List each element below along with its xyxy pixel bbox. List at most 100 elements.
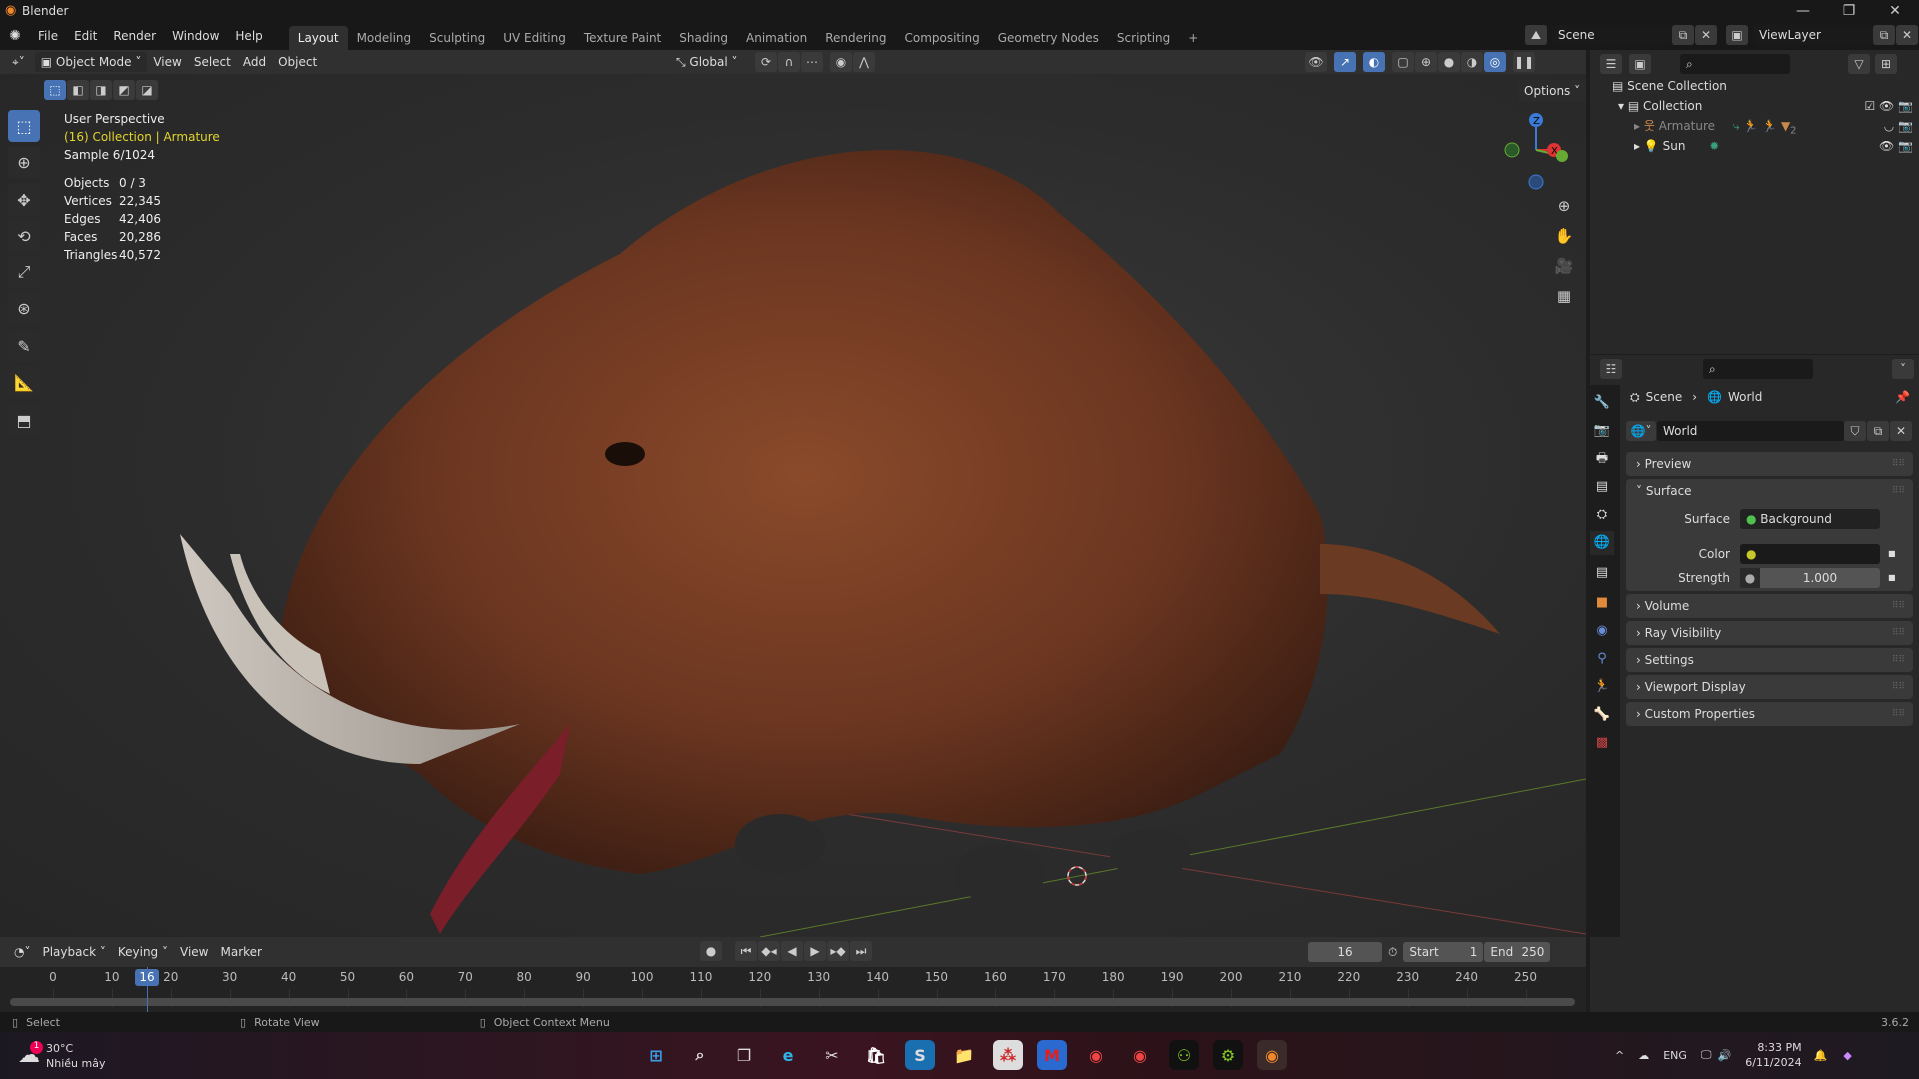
view-layer-icon[interactable]: ▣ [1726, 25, 1748, 45]
panel-preview[interactable]: › Preview ⠿⠿ [1626, 452, 1913, 476]
navigation-gizmo[interactable]: Z X [1500, 110, 1572, 190]
transform-orientation-dropdown[interactable]: ⤡ Global ˅ [670, 51, 744, 73]
task-view-icon[interactable]: ❐ [729, 1040, 759, 1070]
maximize-button[interactable]: ❐ [1826, 0, 1872, 22]
weather-widget[interactable]: ☁ 1 30°C Nhiều mây [18, 1041, 105, 1071]
start-frame-field[interactable]: Start 1 [1403, 942, 1484, 962]
menu-keying[interactable]: Keying ˅ [112, 941, 174, 963]
select-invert-icon[interactable]: ◩ [113, 80, 135, 100]
tab-scripting[interactable]: Scripting [1108, 26, 1179, 50]
fake-user-icon[interactable]: ⛉ [1844, 421, 1866, 441]
world-browse-icon[interactable]: 🌐˅ [1626, 421, 1656, 441]
add-cube-tool[interactable]: ⬒ [8, 404, 40, 436]
menu-window[interactable]: Window [164, 22, 227, 50]
pan-hand-icon[interactable]: ✋ [1552, 224, 1576, 248]
select-subtract-icon[interactable]: ◨ [90, 80, 112, 100]
timeline-editor-icon[interactable]: ◔˅ [8, 941, 36, 963]
timeline-scrollbar[interactable] [10, 998, 1575, 1006]
transform-tool[interactable]: ⊛ [8, 292, 40, 324]
panel-ray-visibility[interactable]: › Ray Visibility ⠿⠿ [1626, 621, 1913, 645]
notification-bell-icon[interactable]: 🔔 [1814, 1049, 1828, 1062]
playhead-frame-label[interactable]: 16 [135, 969, 159, 986]
panel-custom-properties[interactable]: › Custom Properties ⠿⠿ [1626, 702, 1913, 726]
next-keyframe-icon[interactable]: ▸◆ [827, 941, 849, 961]
outliner-armature[interactable]: ▸ 웃 Armature ⤷ 🏃 🏃 ▼2 ◡ 📷 [1634, 116, 1913, 136]
blender-menu-icon[interactable]: ✺ [0, 28, 30, 44]
scene-selector-icon[interactable]: ⛰ [1525, 25, 1547, 45]
3d-viewport[interactable] [0, 74, 1586, 937]
menu-select[interactable]: Select [188, 51, 237, 73]
language-indicator[interactable]: ENG [1663, 1049, 1687, 1062]
search-icon[interactable]: ⌕ [685, 1040, 715, 1070]
menu-marker[interactable]: Marker [214, 941, 267, 963]
strength-field[interactable]: ● 1.000 [1740, 568, 1880, 588]
cursor-tool[interactable]: ⊕ [8, 146, 40, 178]
app-icon[interactable]: ⁂ [993, 1040, 1023, 1070]
properties-search-input[interactable]: ⌕ [1703, 359, 1813, 379]
menu-edit[interactable]: Edit [66, 22, 105, 50]
app-m-icon[interactable]: M [1037, 1040, 1067, 1070]
start-icon[interactable]: ⊞ [641, 1040, 671, 1070]
select-box-tool[interactable]: ⬚ [8, 110, 40, 142]
measure-tool[interactable]: 📐 [8, 366, 40, 398]
menu-view[interactable]: View [147, 51, 187, 73]
keyframe-dot-icon[interactable]: ■ [1888, 566, 1896, 590]
jump-start-icon[interactable]: ⏮ [735, 941, 757, 961]
edge-icon[interactable]: e [773, 1040, 803, 1070]
close-button[interactable]: ✕ [1872, 0, 1918, 22]
timeline-ruler[interactable]: 0 10 20 30 40 50 60 70 80 90 100 110 120 130 140 150 160… [0, 967, 1586, 1012]
gizmo-toggle-icon[interactable]: ↗ [1334, 52, 1356, 72]
play-reverse-icon[interactable]: ◀ [781, 941, 803, 961]
view-layer-field[interactable]: ViewLayer [1753, 25, 1873, 45]
current-frame-field[interactable]: 16 [1308, 942, 1382, 962]
add-workspace-button[interactable]: + [1179, 26, 1207, 50]
tab-compositing[interactable]: Compositing [895, 26, 988, 50]
surface-shader-field[interactable]: ● Background [1740, 509, 1880, 529]
duplicate-icon[interactable]: ⧉ [1867, 421, 1889, 441]
chrome-profile-icon[interactable]: ◉ [1125, 1040, 1155, 1070]
store-icon[interactable]: 🛍 [861, 1040, 891, 1070]
panel-volume[interactable]: › Volume ⠿⠿ [1626, 594, 1913, 618]
texture-tab-icon[interactable]: ▩ [1590, 731, 1614, 755]
menu-help[interactable]: Help [227, 22, 270, 50]
end-frame-field[interactable]: End 250 [1484, 942, 1551, 962]
jump-end-icon[interactable]: ⏭ [850, 941, 872, 961]
pivot-point-icon[interactable]: ⟳ [755, 52, 777, 72]
xray-icon[interactable]: ▢ [1392, 52, 1414, 72]
clock[interactable]: 8:33 PM 6/11/2024 [1745, 1040, 1801, 1070]
editor-type-icon[interactable]: ⌖˅ [6, 51, 31, 73]
solid-shading-icon[interactable]: ● [1438, 52, 1460, 72]
blender-taskbar-icon[interactable]: ◉ [1257, 1040, 1287, 1070]
rotate-tool[interactable]: ⟲ [8, 220, 40, 252]
stopwatch-icon[interactable]: ⏱ [1388, 945, 1397, 960]
snipping-tool-icon[interactable]: ✂ [817, 1040, 847, 1070]
tab-sculpting[interactable]: Sculpting [420, 26, 494, 50]
options-dropdown-icon[interactable]: ˅ [1892, 359, 1914, 379]
snap-icon[interactable]: ∩ [778, 52, 800, 72]
tab-rendering[interactable]: Rendering [816, 26, 895, 50]
prev-keyframe-icon[interactable]: ◆◂ [758, 941, 780, 961]
select-new-icon[interactable]: ⬚ [44, 80, 66, 100]
delete-view-layer-button[interactable]: ✕ [1896, 25, 1918, 45]
zoom-icon[interactable]: ⊕ [1552, 194, 1576, 218]
filter-icon[interactable]: ▽ [1848, 54, 1870, 74]
pin-icon[interactable]: 📌 [1895, 390, 1910, 404]
keyframe-dot-icon[interactable]: ■ [1888, 542, 1896, 566]
auto-keying-icon[interactable]: ● [700, 941, 722, 961]
select-extend-icon[interactable]: ◧ [67, 80, 89, 100]
nvidia-app-icon[interactable]: ⚇ [1169, 1040, 1199, 1070]
tab-layout[interactable]: Layout [288, 26, 348, 50]
copilot-icon[interactable]: ◆ [1843, 1049, 1851, 1062]
wireframe-shading-icon[interactable]: ⊕ [1415, 52, 1437, 72]
color-field[interactable]: ● [1740, 544, 1880, 564]
tool-tab-icon[interactable]: 🔧 [1590, 391, 1614, 415]
panel-settings[interactable]: › Settings ⠿⠿ [1626, 648, 1913, 672]
skype-icon[interactable]: S [905, 1040, 935, 1070]
camera-view-icon[interactable]: 🎥 [1552, 254, 1576, 278]
menu-timeline-view[interactable]: View [174, 941, 214, 963]
panel-surface[interactable]: ˅ Surface ⠿⠿ Surface ● Background Color ●… [1626, 479, 1913, 591]
select-intersect-icon[interactable]: ◪ [136, 80, 158, 100]
annotate-tool[interactable]: ✎ [8, 330, 40, 362]
file-explorer-icon[interactable]: 📁 [949, 1040, 979, 1070]
move-tool[interactable]: ✥ [8, 184, 40, 216]
